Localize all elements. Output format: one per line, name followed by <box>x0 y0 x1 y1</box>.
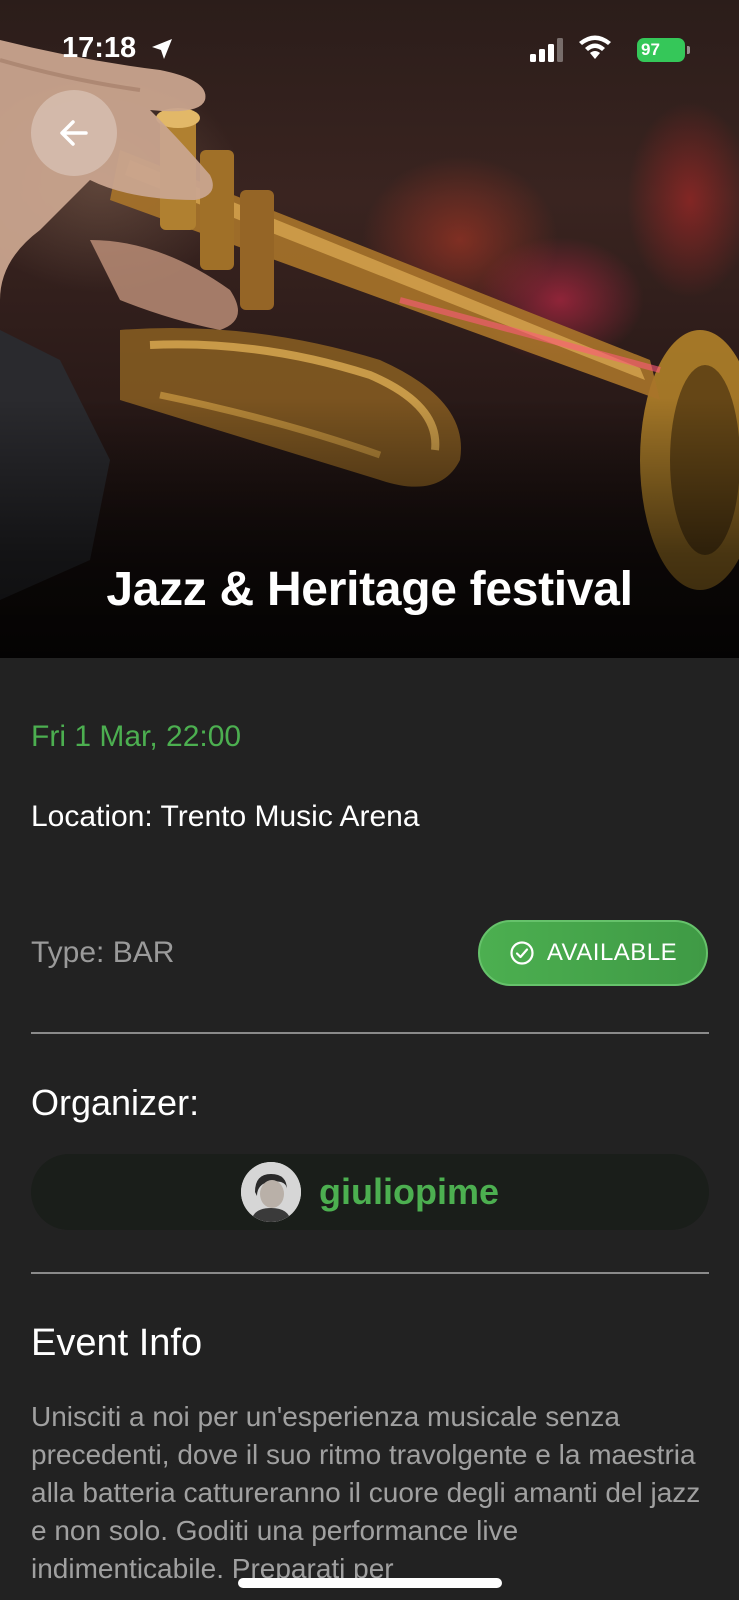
event-info-heading: Event Info <box>31 1322 203 1364</box>
back-button[interactable] <box>31 90 117 176</box>
home-indicator[interactable] <box>238 1578 502 1588</box>
check-circle-icon <box>510 941 534 965</box>
status-time: 17:18 <box>62 32 137 64</box>
event-location: Location: Trento Music Arena <box>31 800 420 833</box>
availability-label: AVAILABLE <box>546 939 678 966</box>
location-arrow-icon <box>152 39 172 59</box>
cellular-signal-icon <box>530 38 563 62</box>
avatar <box>241 1162 301 1222</box>
event-title: Jazz & Heritage festival <box>106 563 633 616</box>
hero-gradient <box>0 398 739 658</box>
battery-icon: 97 <box>637 38 690 62</box>
event-info-text: Unisciti a noi per un'esperienza musical… <box>31 1401 701 1584</box>
event-date: Fri 1 Mar, 22:00 <box>31 720 242 753</box>
battery-level: 97 <box>637 38 685 62</box>
status-bar: 17:18 97 <box>0 0 739 100</box>
divider <box>31 1032 709 1034</box>
event-type: Type: BAR <box>31 936 175 969</box>
wifi-icon <box>579 35 611 59</box>
organizer-username: giuliopime <box>319 1171 499 1212</box>
organizer-heading: Organizer: <box>31 1082 200 1123</box>
organizer-profile-button[interactable]: giuliopime <box>31 1154 709 1230</box>
arrow-left-icon <box>60 120 88 146</box>
divider <box>31 1272 709 1274</box>
availability-badge[interactable]: AVAILABLE <box>478 920 708 986</box>
